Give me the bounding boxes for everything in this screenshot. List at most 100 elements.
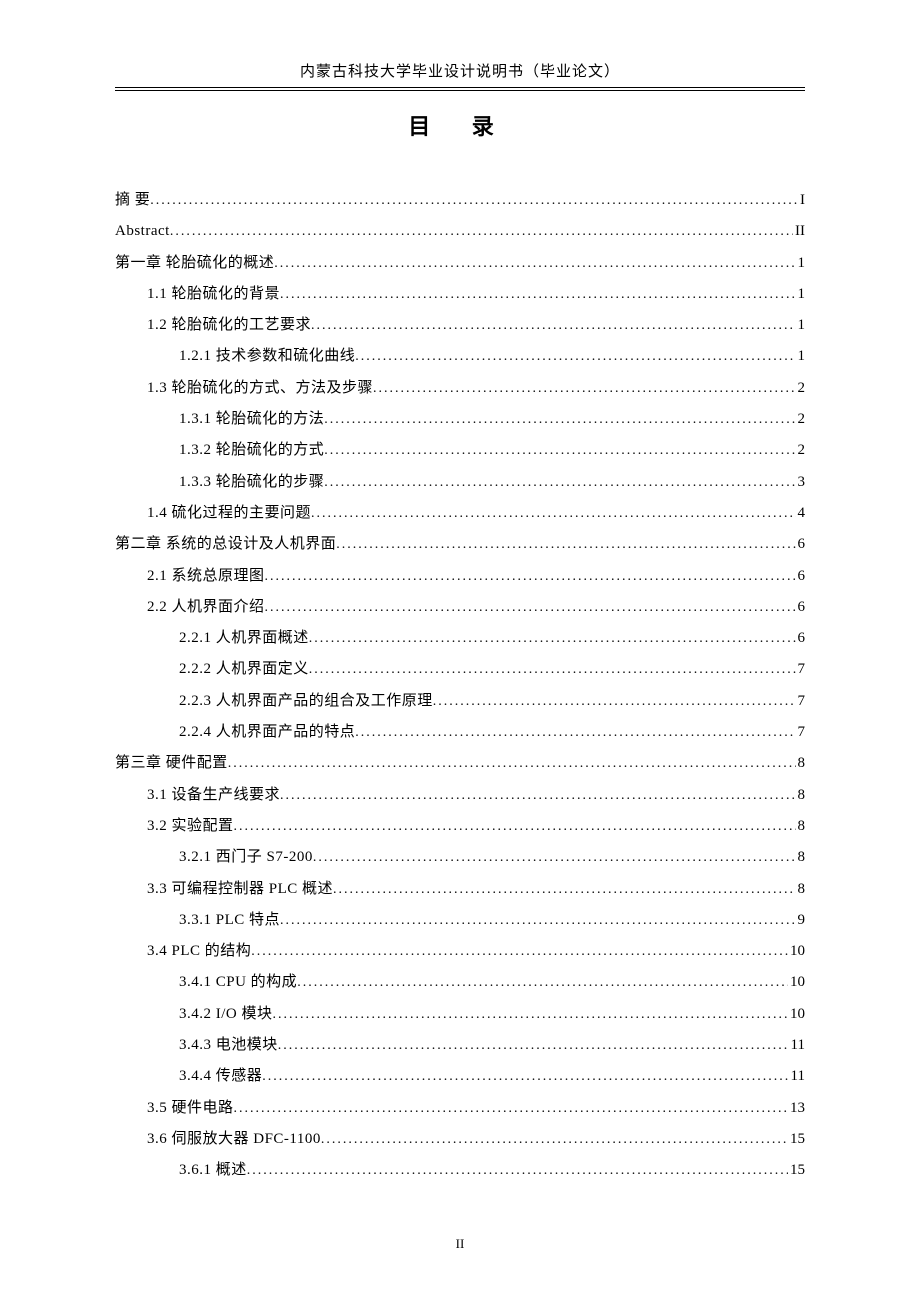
toc-entry: 1.2.1 技术参数和硫化曲线 1 <box>115 347 805 366</box>
toc-entry-label: 3.4.2 I/O 模块 <box>179 1005 273 1023</box>
toc-entry-label: 3.5 硬件电路 <box>147 1099 234 1117</box>
toc-entry: 3.1 设备生产线要求 8 <box>115 786 805 805</box>
toc-entry: 3.2 实验配置 8 <box>115 817 805 836</box>
toc-entry-page: 2 <box>796 379 806 397</box>
toc-leader-dots <box>297 975 788 992</box>
toc-entry: 1.3.2 轮胎硫化的方式 2 <box>115 441 805 460</box>
toc-entry: 3.5 硬件电路 13 <box>115 1099 805 1118</box>
toc-entry-label: 2.2 人机界面介绍 <box>147 598 265 616</box>
toc-entry: 3.6 伺服放大器 DFC-110015 <box>115 1130 805 1149</box>
toc-entry-page: 15 <box>788 1130 805 1148</box>
toc-entry-page: 13 <box>788 1099 805 1117</box>
page-header: 内蒙古科技大学毕业设计说明书（毕业论文） <box>115 60 805 87</box>
toc-entry-label: 1.3 轮胎硫化的方式、方法及步骤 <box>147 379 373 397</box>
toc-entry-page: 3 <box>796 473 806 491</box>
toc-leader-dots <box>265 600 796 617</box>
toc-entry-page: 7 <box>796 660 806 678</box>
page-number-footer: II <box>0 1236 920 1252</box>
toc-entry: 3.3 可编程控制器 PLC 概述8 <box>115 880 805 899</box>
toc-entry: 2.2.3 人机界面产品的组合及工作原理 7 <box>115 692 805 711</box>
toc-entry-label: 1.4 硫化过程的主要问题 <box>147 504 311 522</box>
toc-leader-dots <box>313 850 796 867</box>
header-rule-thick <box>115 87 805 88</box>
toc-entry-page: 2 <box>796 410 806 428</box>
toc-entry-label: 3.4.4 传感器 <box>179 1067 262 1085</box>
toc-leader-dots <box>170 224 793 241</box>
toc-entry: 2.2.1 人机界面概述6 <box>115 629 805 648</box>
toc-entry-label: 3.3.1 PLC 特点 <box>179 911 280 929</box>
toc-entry-page: 1 <box>796 316 806 334</box>
toc-leader-dots <box>324 412 795 429</box>
toc-entry: 1.3.3 轮胎硫化的步骤3 <box>115 473 805 492</box>
toc-entry: 1.1 轮胎硫化的背景1 <box>115 285 805 304</box>
toc-leader-dots <box>234 819 796 836</box>
toc-entry-label: 1.3.2 轮胎硫化的方式 <box>179 441 324 459</box>
toc-entry-label: 1.1 轮胎硫化的背景 <box>147 285 280 303</box>
toc-entry: 2.2 人机界面介绍 6 <box>115 598 805 617</box>
toc-entry-page: 11 <box>789 1067 805 1085</box>
toc-entry-page: 6 <box>796 598 806 616</box>
toc-entry-label: 2.2.1 人机界面概述 <box>179 629 309 647</box>
toc-leader-dots <box>150 193 798 210</box>
toc-entry-page: 1 <box>796 254 806 272</box>
toc-leader-dots <box>311 506 795 523</box>
toc-entry: 摘 要I <box>115 191 805 210</box>
toc-entry: 3.4.4 传感器 11 <box>115 1067 805 1086</box>
toc-entry: 3.2.1 西门子 S7-200 8 <box>115 848 805 867</box>
toc-leader-dots <box>355 725 795 742</box>
toc-entry-page: 9 <box>796 911 806 929</box>
toc-entry: 3.6.1 概述15 <box>115 1161 805 1180</box>
toc-leader-dots <box>324 475 795 492</box>
toc-entry-label: 3.2.1 西门子 S7-200 <box>179 848 313 866</box>
toc-entry-page: I <box>798 191 805 209</box>
toc-leader-dots <box>311 318 795 335</box>
toc-leader-dots <box>247 1163 788 1180</box>
toc-entry-page: 8 <box>796 848 806 866</box>
toc-leader-dots <box>309 631 796 648</box>
toc-entry: 2.2.2 人机界面定义 7 <box>115 660 805 679</box>
toc-entry: 1.2 轮胎硫化的工艺要求 1 <box>115 316 805 335</box>
toc-entry-page: 8 <box>796 754 806 772</box>
toc-entry: 3.3.1 PLC 特点 9 <box>115 911 805 930</box>
toc-entry-label: 2.2.3 人机界面产品的组合及工作原理 <box>179 692 433 710</box>
toc-entry-label: 2.2.2 人机界面定义 <box>179 660 309 678</box>
toc-entry-label: 3.6.1 概述 <box>179 1161 247 1179</box>
toc-entry-page: 6 <box>796 535 806 553</box>
toc-entry: 第二章 系统的总设计及人机界面6 <box>115 535 805 554</box>
toc-leader-dots <box>274 256 795 273</box>
toc-entry-label: 3.4 PLC 的结构 <box>147 942 251 960</box>
toc-entry-label: 1.2 轮胎硫化的工艺要求 <box>147 316 311 334</box>
toc-entry-label: 1.3.1 轮胎硫化的方法 <box>179 410 324 428</box>
toc-entry: 第三章 硬件配置 8 <box>115 754 805 773</box>
toc-entry-page: 1 <box>796 347 806 365</box>
toc-entry-page: 8 <box>796 817 806 835</box>
toc-entry-label: 2.1 系统总原理图 <box>147 567 265 585</box>
toc-entry-page: 2 <box>796 441 806 459</box>
toc-entry-label: 3.1 设备生产线要求 <box>147 786 280 804</box>
toc-entry-label: 1.2.1 技术参数和硫化曲线 <box>179 347 355 365</box>
toc-leader-dots <box>273 1007 789 1024</box>
toc-entry-label: 3.4.1 CPU 的构成 <box>179 973 297 991</box>
toc-entry-label: 2.2.4 人机界面产品的特点 <box>179 723 355 741</box>
toc-entry: 3.4.3 电池模块11 <box>115 1036 805 1055</box>
header-rule-thin <box>115 90 805 91</box>
toc-entry-label: 3.4.3 电池模块 <box>179 1036 278 1054</box>
toc-leader-dots <box>251 944 788 961</box>
toc-entry-page: 8 <box>796 880 806 898</box>
toc-entry: 第一章 轮胎硫化的概述 1 <box>115 254 805 273</box>
toc-entry: 1.3 轮胎硫化的方式、方法及步骤 2 <box>115 379 805 398</box>
toc-entry-label: 第一章 轮胎硫化的概述 <box>115 254 274 272</box>
toc-leader-dots <box>433 694 796 711</box>
toc-leader-dots <box>234 1101 788 1118</box>
toc-entry-page: 8 <box>796 786 806 804</box>
toc-leader-dots <box>333 882 795 899</box>
toc-entry-page: 7 <box>796 723 806 741</box>
toc-leader-dots <box>280 788 795 805</box>
toc-entry-label: 第三章 硬件配置 <box>115 754 228 772</box>
toc-leader-dots <box>324 443 795 460</box>
toc-title: 目 录 <box>115 109 805 141</box>
toc-entry-page: 10 <box>788 942 805 960</box>
toc-entry-label: 3.2 实验配置 <box>147 817 234 835</box>
toc-entry-page: 7 <box>796 692 806 710</box>
toc-leader-dots <box>278 1038 789 1055</box>
